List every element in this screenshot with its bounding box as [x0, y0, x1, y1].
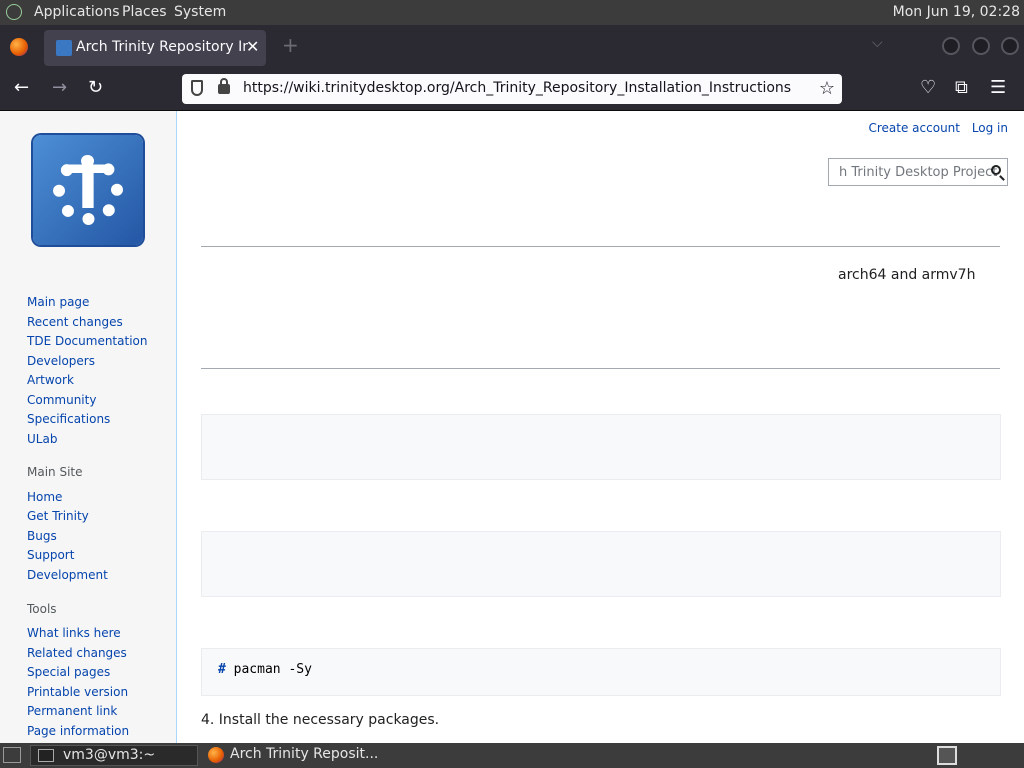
- terminal-icon: [38, 749, 54, 762]
- tools-heading: Tools: [27, 602, 57, 616]
- body-text-architectures: arch64 and armv7h: [838, 267, 976, 283]
- tab-active[interactable]: Arch Trinity Repository Insta ✕: [44, 30, 266, 66]
- command-text: pacman -Sy: [225, 662, 312, 677]
- places-menu[interactable]: Places: [122, 4, 167, 20]
- wiki-page: T Create account Log in h Trinity Deskto…: [0, 111, 1024, 743]
- tab-list-chevron-icon[interactable]: ⌵: [872, 35, 883, 51]
- minimize-window-button[interactable]: [942, 37, 960, 55]
- taskbar-item-terminal[interactable]: vm3@vm3:~: [30, 745, 198, 766]
- tab-strip: Arch Trinity Repository Insta ✕ + ⌵: [0, 25, 1024, 69]
- applications-menu[interactable]: Applications: [34, 4, 120, 20]
- sidebar-item-get-trinity[interactable]: Get Trinity: [27, 509, 89, 523]
- show-desktop-icon[interactable]: [3, 747, 21, 763]
- sidebar-item-main-page[interactable]: Main page: [27, 295, 89, 309]
- sidebar-item-printable-version[interactable]: Printable version: [27, 685, 128, 699]
- nav-bar: ← → ↻ https://wiki.trinitydesktop.org/Ar…: [0, 69, 1024, 111]
- reload-button[interactable]: ↻: [88, 77, 103, 98]
- trinity-logo[interactable]: T: [33, 135, 143, 245]
- top-panel: Applications Places System Mon Jun 19, 0…: [0, 0, 1024, 25]
- tab-favicon-icon: [56, 40, 72, 56]
- firefox-view-icon[interactable]: [10, 38, 28, 56]
- sidebar-item-home[interactable]: Home: [27, 490, 62, 504]
- url-bar[interactable]: https://wiki.trinitydesktop.org/Arch_Tri…: [182, 74, 842, 104]
- taskbar-item-firefox[interactable]: Arch Trinity Reposit...: [204, 745, 404, 766]
- sidebar-item-page-information[interactable]: Page information: [27, 724, 129, 738]
- clock[interactable]: Mon Jun 19, 02:28: [893, 4, 1020, 20]
- code-block-pacman: # pacman -Sy: [201, 648, 1001, 696]
- sidebar-item-development[interactable]: Development: [27, 568, 108, 582]
- step-4-text: 4. Install the necessary packages.: [201, 712, 440, 728]
- sidebar-item-tde-documentation[interactable]: TDE Documentation: [27, 334, 147, 348]
- sidebar-item-permanent-link[interactable]: Permanent link: [27, 704, 117, 718]
- sidebar-item-special-pages[interactable]: Special pages: [27, 665, 110, 679]
- code-block: [201, 531, 1001, 597]
- forward-button[interactable]: →: [52, 77, 67, 98]
- bookmark-star-icon[interactable]: ☆: [819, 78, 835, 99]
- tab-close-icon[interactable]: ✕: [246, 37, 259, 56]
- taskbar: vm3@vm3:~ Arch Trinity Reposit...: [0, 743, 1024, 768]
- main-site-heading: Main Site: [27, 465, 83, 479]
- pocket-icon[interactable]: ♡: [920, 77, 936, 98]
- sidebar-item-what-links-here[interactable]: What links here: [27, 626, 121, 640]
- sidebar-item-bugs[interactable]: Bugs: [27, 529, 57, 543]
- close-window-button[interactable]: [1001, 37, 1019, 55]
- heading-divider: [201, 246, 1000, 247]
- workspace-switcher[interactable]: [937, 746, 957, 765]
- search-icon[interactable]: [991, 165, 1001, 175]
- taskbar-item-label: vm3@vm3:~: [63, 747, 156, 763]
- firefox-icon: [208, 747, 224, 763]
- new-tab-button[interactable]: +: [282, 33, 299, 57]
- section-divider: [201, 368, 1000, 369]
- system-menu[interactable]: System: [174, 4, 226, 20]
- personal-tools: Create account Log in: [860, 121, 1008, 135]
- code-block: [201, 414, 1001, 480]
- url-text[interactable]: https://wiki.trinitydesktop.org/Arch_Tri…: [243, 80, 791, 96]
- pacman-command: # pacman -Sy: [218, 662, 312, 677]
- sidebar-item-specifications[interactable]: Specifications: [27, 412, 110, 426]
- wiki-search-input[interactable]: h Trinity Desktop Project: [828, 158, 1008, 186]
- search-placeholder: h Trinity Desktop Project: [839, 165, 998, 180]
- maximize-window-button[interactable]: [972, 37, 990, 55]
- sidebar-item-support[interactable]: Support: [27, 548, 74, 562]
- sidebar-item-recent-changes[interactable]: Recent changes: [27, 315, 123, 329]
- sidebar-item-developers[interactable]: Developers: [27, 354, 95, 368]
- create-account-link[interactable]: Create account: [868, 121, 960, 135]
- back-button[interactable]: ←: [14, 77, 29, 98]
- tracking-protection-shield-icon[interactable]: [191, 80, 203, 96]
- logo-letter: T: [67, 153, 109, 223]
- sidebar-item-artwork[interactable]: Artwork: [27, 373, 74, 387]
- app-menu-icon[interactable]: ☰: [990, 77, 1006, 98]
- sidebar-item-ulab[interactable]: ULab: [27, 432, 57, 446]
- taskbar-item-label: Arch Trinity Reposit...: [230, 746, 379, 762]
- prompt-hash: #: [218, 662, 226, 677]
- distro-logo-icon[interactable]: [6, 4, 22, 20]
- lock-icon[interactable]: [218, 78, 230, 94]
- sidebar-item-related-changes[interactable]: Related changes: [27, 646, 127, 660]
- tab-title: Arch Trinity Repository Insta: [76, 39, 248, 55]
- log-in-link[interactable]: Log in: [972, 121, 1008, 135]
- sidebar-item-community[interactable]: Community: [27, 393, 96, 407]
- extensions-icon[interactable]: ⧉: [955, 77, 968, 98]
